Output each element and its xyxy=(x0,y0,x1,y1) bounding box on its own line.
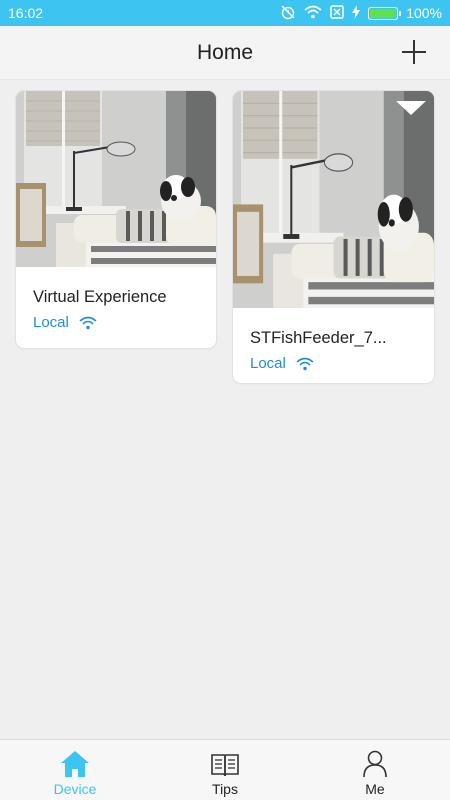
battery-icon xyxy=(368,6,402,20)
device-thumbnail xyxy=(233,91,434,308)
plus-icon xyxy=(402,40,426,64)
nav-device-label: Device xyxy=(53,781,97,797)
nav-tips[interactable]: Tips xyxy=(150,740,300,800)
alarm-off-icon xyxy=(280,4,296,23)
wifi-icon xyxy=(79,316,97,329)
status-time: 16:02 xyxy=(8,5,44,21)
page-title: Home xyxy=(196,40,254,64)
status-icons: 100% xyxy=(280,4,442,23)
charging-icon xyxy=(352,4,361,22)
header: Home xyxy=(0,26,450,80)
device-status: Local xyxy=(16,314,216,331)
wifi-icon xyxy=(296,357,314,370)
nav-me-label: Me xyxy=(365,781,385,797)
dropdown-triangle-icon[interactable] xyxy=(396,101,426,115)
device-status: Local xyxy=(233,355,434,372)
battery-fill xyxy=(370,8,397,18)
status-bar: 16:02 100% xyxy=(0,0,450,26)
nav-me[interactable]: Me xyxy=(300,740,450,800)
battery-percent: 100% xyxy=(406,5,442,21)
device-name: Virtual Experience xyxy=(33,288,167,306)
sim-off-icon xyxy=(330,4,344,22)
nav-device[interactable]: Device xyxy=(0,740,150,800)
wifi-status-icon xyxy=(304,5,322,22)
person-icon xyxy=(363,750,387,778)
add-device-button[interactable] xyxy=(398,36,430,68)
device-name: STFishFeeder_7... xyxy=(250,329,387,347)
connection-label: Local xyxy=(250,355,286,372)
device-card-virtual-experience[interactable]: Virtual Experience Local xyxy=(16,91,216,348)
book-icon xyxy=(211,754,239,777)
device-thumbnail xyxy=(16,91,216,267)
device-card-stfishfeeder[interactable]: STFishFeeder_7... Local xyxy=(233,91,434,383)
connection-label: Local xyxy=(33,314,69,331)
home-icon xyxy=(61,751,89,777)
nav-tips-label: Tips xyxy=(212,781,238,797)
bottom-nav: Device Tips Me xyxy=(0,739,450,800)
